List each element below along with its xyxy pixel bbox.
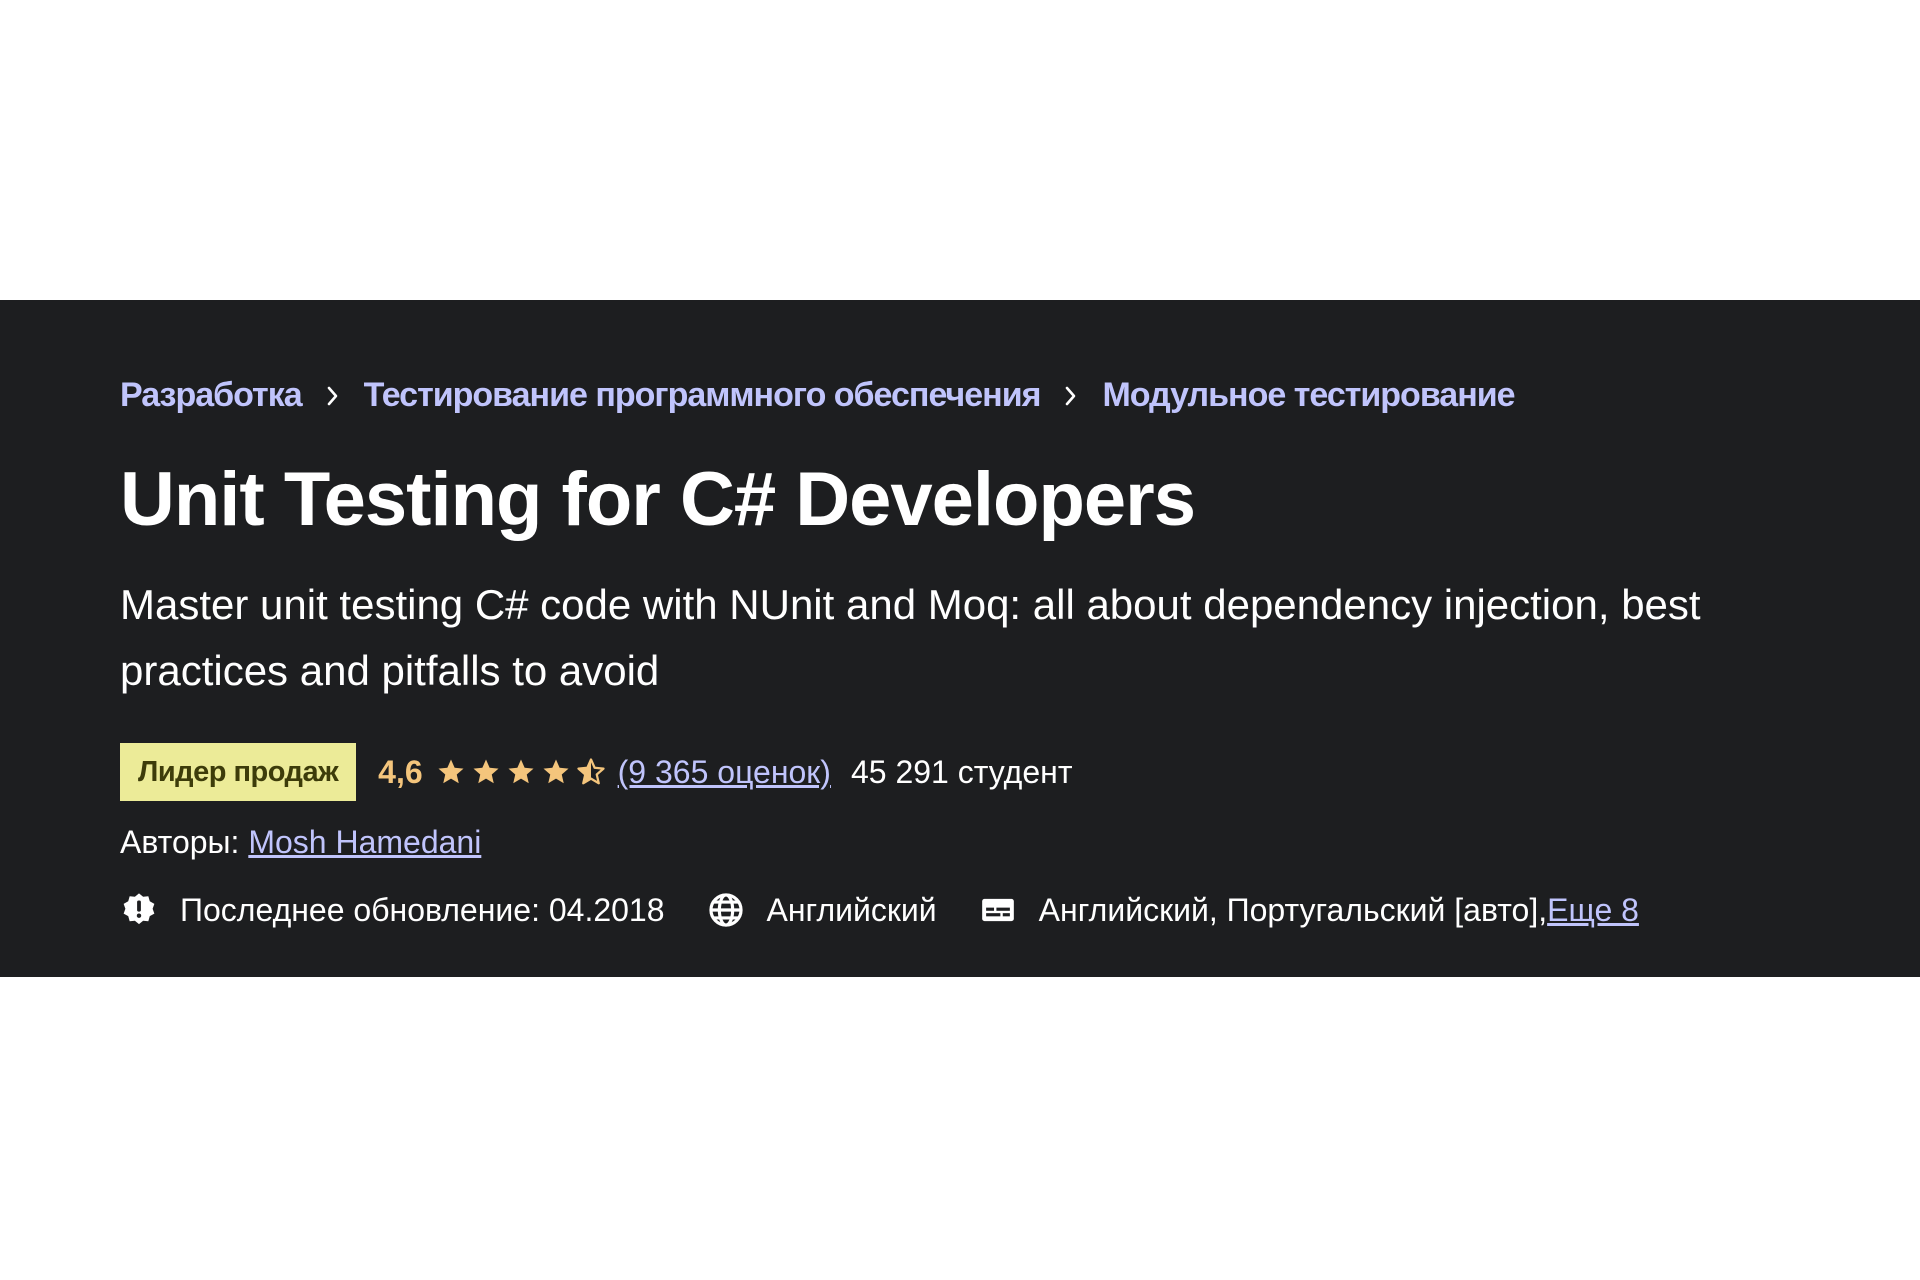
students-count: 45 291 студент xyxy=(850,753,1073,790)
authors-row: Авторы: Mosh Hamedani xyxy=(120,824,481,861)
closed-captions-icon xyxy=(981,898,1014,922)
star-icon xyxy=(438,759,464,784)
course-title: Unit Testing for C# Developers xyxy=(120,457,1196,542)
bestseller-badge: Лидер продаж xyxy=(120,743,357,801)
course-subtitle: Master unit testing C# code with NUnit a… xyxy=(120,581,1701,694)
last-updated-text: Последнее обновление: 04.2018 xyxy=(180,891,665,928)
star-icon xyxy=(473,759,499,784)
more-captions-link[interactable]: Еще 8 xyxy=(1547,892,1639,929)
rating-value: 4,6 xyxy=(378,753,423,790)
chevron-right-icon xyxy=(1040,385,1102,407)
star-rating xyxy=(435,757,610,787)
breadcrumb: Разработка Тестирование программного обе… xyxy=(120,376,1516,415)
captions-text: Английский, Португальский [авто], xyxy=(1038,891,1548,928)
authors-label: Авторы: xyxy=(120,824,249,860)
course-info-row: Последнее обновление: 04.2018 Английский xyxy=(120,891,1681,929)
chevron-right-icon xyxy=(302,385,364,407)
alert-badge-icon xyxy=(123,893,155,925)
course-language: Английский xyxy=(707,891,937,929)
course-captions: Английский, Португальский [авто], Еще 8 xyxy=(979,891,1639,929)
course-header-banner: Разработка Тестирование программного обе… xyxy=(0,300,1920,977)
ratings-count-link[interactable]: (9 365 оценок) xyxy=(618,754,831,791)
globe-icon xyxy=(708,893,743,927)
breadcrumb-item-software-testing[interactable]: Тестирование программного обеспечения xyxy=(364,376,1042,415)
breadcrumb-item-development[interactable]: Разработка xyxy=(120,376,303,415)
last-updated: Последнее обновление: 04.2018 xyxy=(120,891,665,929)
star-icon xyxy=(508,759,534,784)
star-half-icon xyxy=(577,758,605,785)
star-icon xyxy=(543,759,569,784)
breadcrumb-item-unit-testing[interactable]: Модульное тестирование xyxy=(1102,376,1515,415)
author-link[interactable]: Mosh Hamedani xyxy=(248,824,481,860)
language-text: Английский xyxy=(766,891,937,928)
rating-row: Лидер продаж 4,6 (9 365 оценок) 45 291 с… xyxy=(120,743,1072,801)
